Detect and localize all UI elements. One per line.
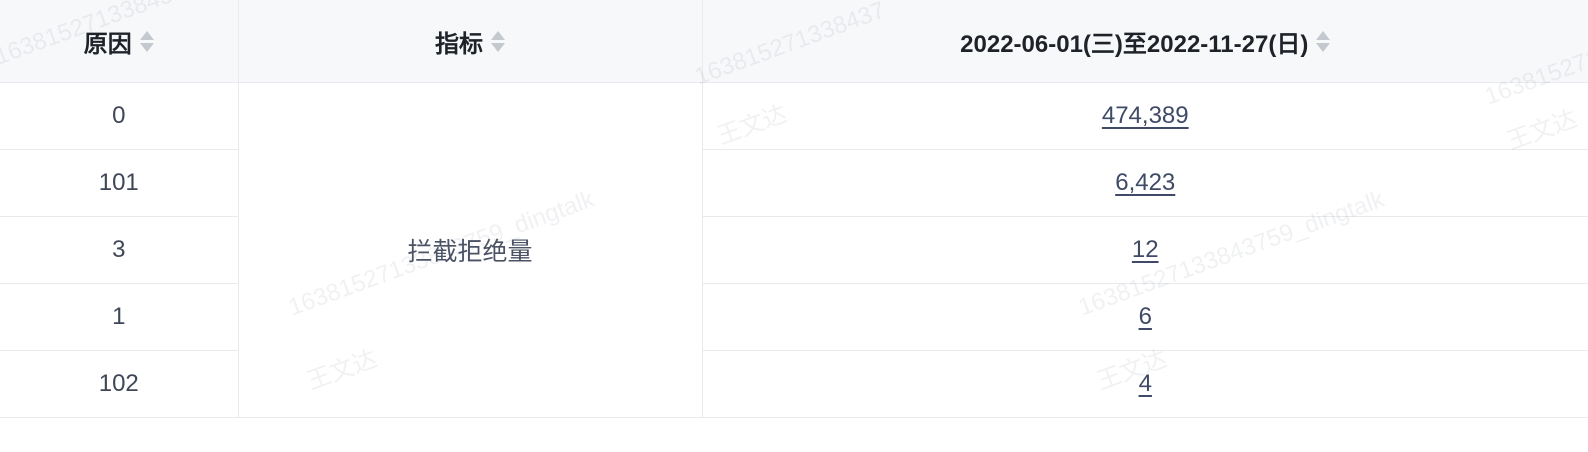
value-link[interactable]: 4 xyxy=(1139,370,1152,397)
column-header-date-range[interactable]: 2022-06-01(三)至2022-11-27(日) xyxy=(702,0,1588,83)
column-header-metric[interactable]: 指标 xyxy=(238,0,703,83)
value-cell: 474,389 xyxy=(702,82,1588,150)
value-cell: 6,423 xyxy=(702,149,1588,217)
data-table: 原因 指标 2022-06-01(三)至2022-11-27(日) 0 拦截拒绝… xyxy=(0,0,1588,452)
value-cell: 6 xyxy=(702,283,1588,351)
reason-cell: 0 xyxy=(0,82,239,150)
reason-cell: 1 xyxy=(0,283,239,351)
value-cell: 12 xyxy=(702,216,1588,284)
table-header-row: 原因 指标 2022-06-01(三)至2022-11-27(日) xyxy=(0,0,1588,83)
value-link[interactable]: 12 xyxy=(1132,236,1159,263)
sort-icon[interactable] xyxy=(139,28,154,54)
value-link[interactable]: 474,389 xyxy=(1102,102,1189,129)
metric-cell: 拦截拒绝量 xyxy=(238,82,703,418)
reason-cell: 3 xyxy=(0,216,239,284)
reason-cell: 101 xyxy=(0,149,239,217)
sort-icon[interactable] xyxy=(1316,28,1331,54)
column-header-reason-label: 原因 xyxy=(83,30,132,58)
column-header-metric-label: 指标 xyxy=(435,30,483,58)
value-cell: 4 xyxy=(702,350,1588,418)
table-row: 0 拦截拒绝量 474,389 xyxy=(0,82,1588,418)
column-header-reason[interactable]: 原因 xyxy=(0,0,239,83)
sort-icon[interactable] xyxy=(491,28,505,54)
value-link[interactable]: 6 xyxy=(1139,303,1152,330)
column-header-date-range-label: 2022-06-01(三)至2022-11-27(日) xyxy=(960,30,1309,58)
value-link[interactable]: 6,423 xyxy=(1115,169,1175,196)
reason-cell: 102 xyxy=(0,350,239,418)
